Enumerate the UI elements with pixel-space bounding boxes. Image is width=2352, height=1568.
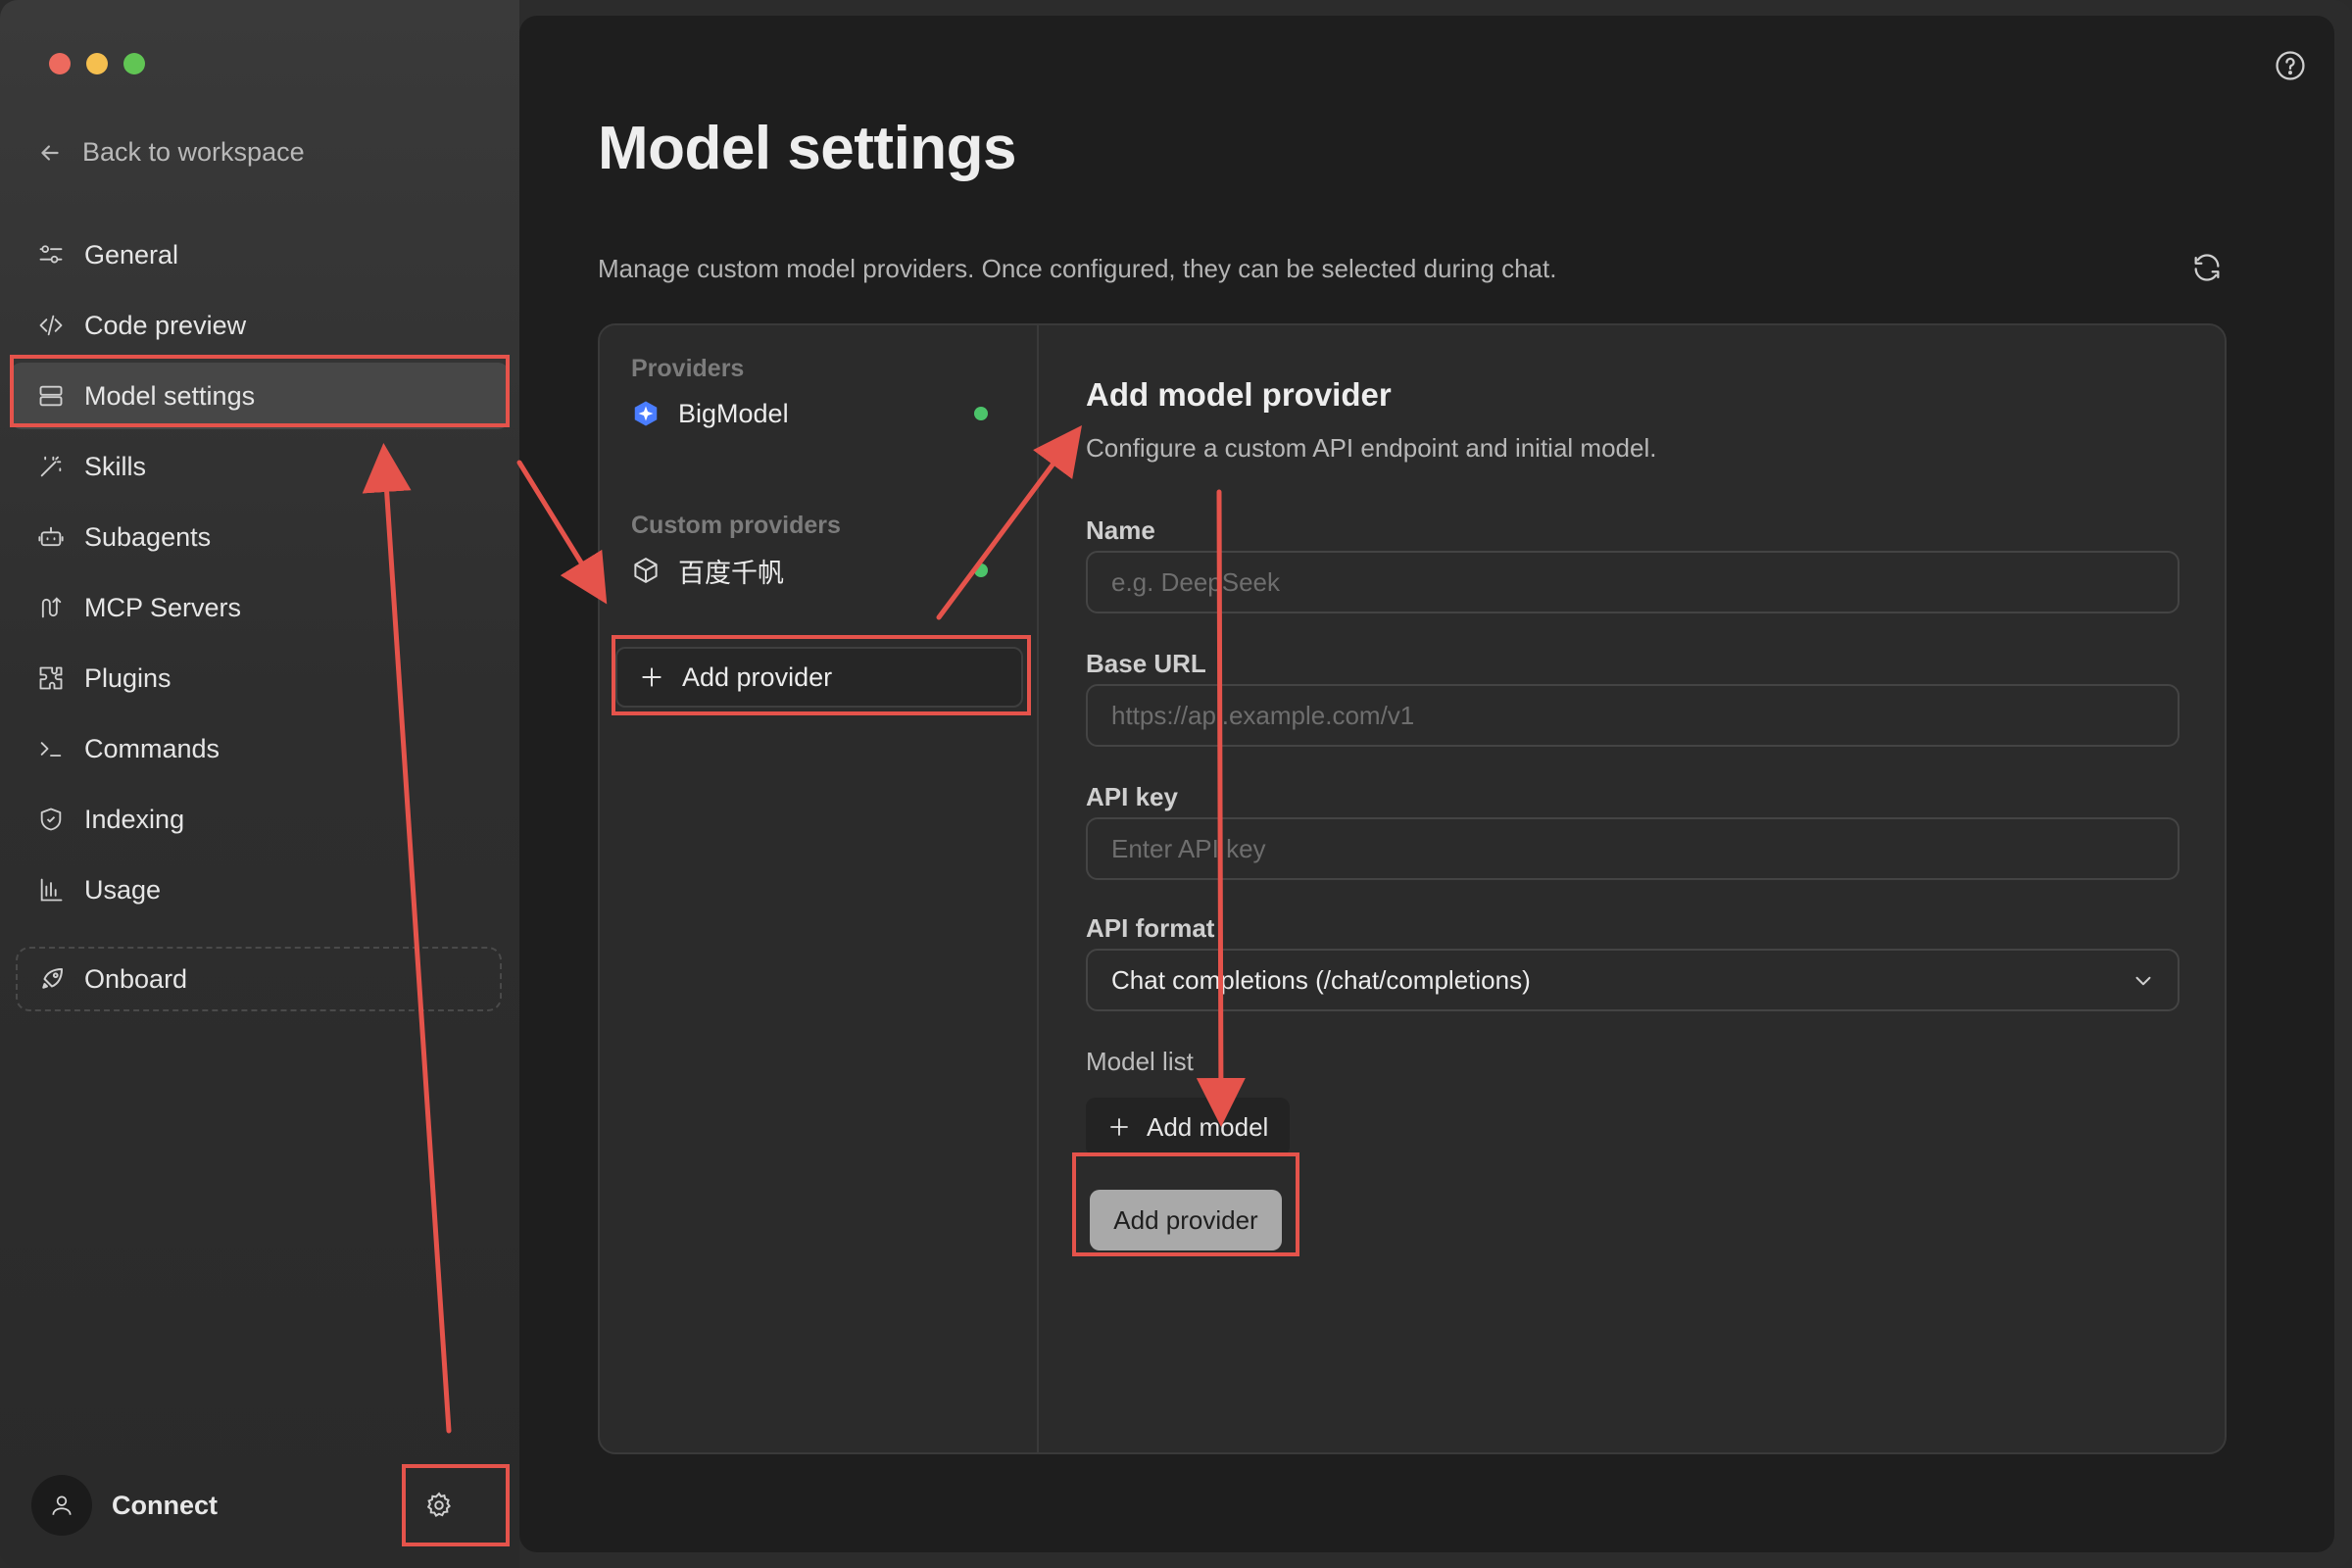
avatar	[31, 1475, 92, 1536]
sliders-icon	[35, 239, 67, 270]
connect-label: Connect	[112, 1490, 218, 1520]
sidebar-item-label: Skills	[84, 451, 147, 481]
sidebar-item-label: Commands	[84, 733, 220, 763]
sidebar-item-commands[interactable]: Commands	[10, 715, 510, 782]
sidebar-item-label: Indexing	[84, 804, 185, 834]
sidebar-item-indexing[interactable]: Indexing	[10, 786, 510, 853]
sidebar-item-label: General	[84, 239, 179, 270]
window-controls	[49, 53, 145, 74]
main-panel: Model settings Manage custom model provi…	[519, 16, 2334, 1552]
api-key-input[interactable]	[1086, 817, 2180, 880]
add-model-label: Add model	[1147, 1111, 1269, 1142]
add-model-button[interactable]: Add model	[1086, 1098, 1291, 1156]
add-provider-submit-button[interactable]: Add provider	[1090, 1190, 1282, 1250]
sidebar-item-plugins[interactable]: Plugins	[10, 645, 510, 711]
arrow-left-icon	[41, 144, 59, 161]
page-title: Model settings	[598, 115, 1017, 182]
api-format-label: API format	[1086, 913, 1215, 943]
sidebar-item-mcp-servers[interactable]: MCP Servers	[10, 574, 510, 641]
sidebar-item-general[interactable]: General	[10, 221, 510, 288]
close-window-button[interactable]	[49, 53, 71, 74]
sidebar-item-label: Subagents	[84, 521, 212, 552]
add-provider-list-button[interactable]: Add provider	[615, 647, 1023, 708]
api-key-label: API key	[1086, 782, 1178, 811]
server-icon	[35, 380, 67, 412]
name-input[interactable]	[1086, 551, 2180, 613]
custom-providers-section-label: Custom providers	[631, 512, 841, 539]
mcp-icon	[35, 592, 67, 623]
base-url-input[interactable]	[1086, 684, 2180, 747]
onboard-label: Onboard	[84, 963, 188, 994]
settings-nav: General Code preview Model settings Skil…	[10, 221, 510, 927]
status-dot	[974, 564, 988, 577]
providers-section-label: Providers	[631, 355, 745, 382]
rocket-icon	[42, 968, 63, 989]
help-icon[interactable]	[2274, 49, 2307, 82]
sidebar-item-label: MCP Servers	[84, 592, 242, 622]
add-provider-label: Add provider	[682, 662, 833, 692]
sidebar-item-label: Plugins	[84, 662, 172, 693]
cube-icon	[634, 558, 658, 583]
robot-icon	[35, 521, 67, 553]
provider-item-baidu-qianfan[interactable]: 百度千帆	[631, 543, 1007, 598]
chevron-down-icon	[2135, 976, 2151, 986]
provider-item-bigmodel[interactable]: BigModel	[631, 386, 1007, 441]
puzzle-icon	[35, 662, 67, 694]
sidebar-item-model-settings[interactable]: Model settings	[10, 363, 510, 429]
providers-card: Providers BigModel Custom providers 百度千帆…	[598, 323, 2227, 1454]
sidebar-item-label: Model settings	[84, 380, 256, 411]
providers-list: Providers BigModel Custom providers 百度千帆…	[600, 325, 1039, 1452]
base-url-label: Base URL	[1086, 649, 1206, 678]
sidebar-item-skills[interactable]: Skills	[10, 433, 510, 500]
plus-icon	[642, 667, 662, 687]
refresh-icon[interactable]	[2190, 251, 2224, 284]
user-icon	[52, 1495, 72, 1515]
sidebar-item-code-preview[interactable]: Code preview	[10, 292, 510, 359]
page-subtitle: Manage custom model providers. Once conf…	[598, 254, 1557, 283]
api-format-select[interactable]: Chat completions (/chat/completions)	[1086, 949, 2180, 1011]
sidebar-item-subagents[interactable]: Subagents	[10, 504, 510, 570]
sidebar-item-label: Usage	[84, 874, 162, 905]
sidebar-item-usage[interactable]: Usage	[10, 857, 510, 923]
code-icon	[35, 310, 67, 341]
onboard-button[interactable]: Onboard	[16, 947, 502, 1011]
terminal-icon	[35, 733, 67, 764]
name-label: Name	[1086, 515, 1155, 545]
settings-button[interactable]	[412, 1478, 466, 1533]
api-format-value: Chat completions (/chat/completions)	[1111, 964, 1531, 995]
model-list-label: Model list	[1086, 1047, 1194, 1076]
bar-chart-icon	[35, 874, 67, 906]
add-provider-form: Add model provider Configure a custom AP…	[1086, 325, 2183, 1452]
plus-icon	[1110, 1118, 1128, 1136]
gear-icon	[426, 1492, 451, 1518]
shield-icon	[35, 804, 67, 835]
back-to-workspace-link[interactable]: Back to workspace	[37, 137, 305, 168]
status-dot	[974, 407, 988, 420]
minimize-window-button[interactable]	[86, 53, 108, 74]
bigmodel-logo-icon	[634, 401, 658, 426]
provider-name: 百度千帆	[678, 558, 784, 588]
connect-button[interactable]: Connect	[31, 1475, 218, 1536]
sidebar-item-label: Code preview	[84, 310, 247, 340]
back-to-workspace-label: Back to workspace	[82, 137, 305, 167]
form-title: Add model provider	[1086, 376, 1392, 413]
magic-wand-icon	[35, 451, 67, 482]
form-description: Configure a custom API endpoint and init…	[1086, 433, 1657, 463]
sidebar: Back to workspace General Code preview M…	[0, 0, 519, 1568]
provider-name: BigModel	[678, 398, 789, 428]
maximize-window-button[interactable]	[123, 53, 145, 74]
app-window: Back to workspace General Code preview M…	[0, 0, 2352, 1568]
